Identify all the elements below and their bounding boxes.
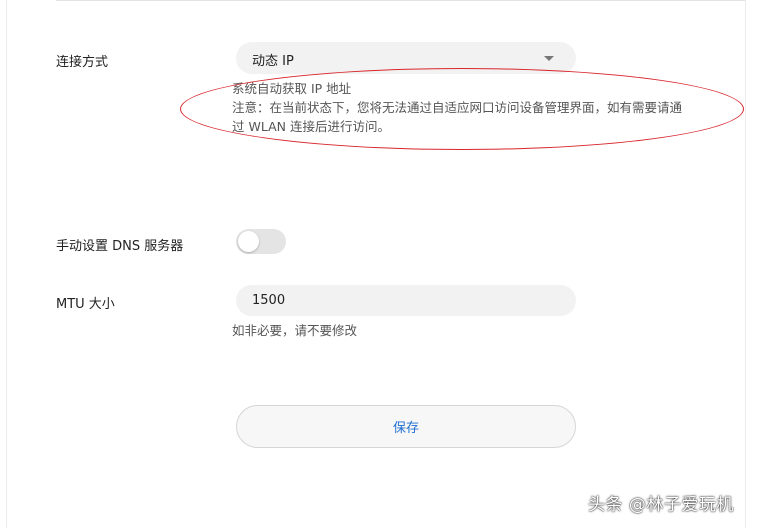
network-settings-page: 连接方式 动态 IP 系统自动获取 IP 地址 注意：在当前状态下，您将无法通过… <box>0 0 760 528</box>
mtu-hint: 如非必要，请不要修改 <box>232 323 358 338</box>
mtu-label: MTU 大小 <box>56 297 115 312</box>
connection-hint-warning-cont: 过 WLAN 连接后进行访问。 <box>232 119 390 134</box>
top-divider <box>56 0 746 1</box>
connection-method-value: 动态 IP <box>252 54 294 69</box>
manual-dns-toggle[interactable] <box>236 229 286 254</box>
save-button[interactable]: 保存 <box>236 405 576 448</box>
watermark: 头条 @林子爱玩机 <box>588 495 734 515</box>
connection-hint-warning: 注意：在当前状态下，您将无法通过自适应网口访问设备管理界面，如有需要请通 <box>232 100 683 115</box>
toggle-knob <box>238 231 259 252</box>
connection-method-label: 连接方式 <box>56 55 109 70</box>
connection-hint-auto: 系统自动获取 IP 地址 <box>232 81 352 96</box>
mtu-input[interactable] <box>236 285 576 316</box>
right-border <box>745 0 746 528</box>
left-border <box>6 0 7 528</box>
manual-dns-label: 手动设置 DNS 服务器 <box>56 239 184 254</box>
chevron-down-icon <box>544 56 554 61</box>
connection-method-select[interactable]: 动态 IP <box>236 42 576 74</box>
